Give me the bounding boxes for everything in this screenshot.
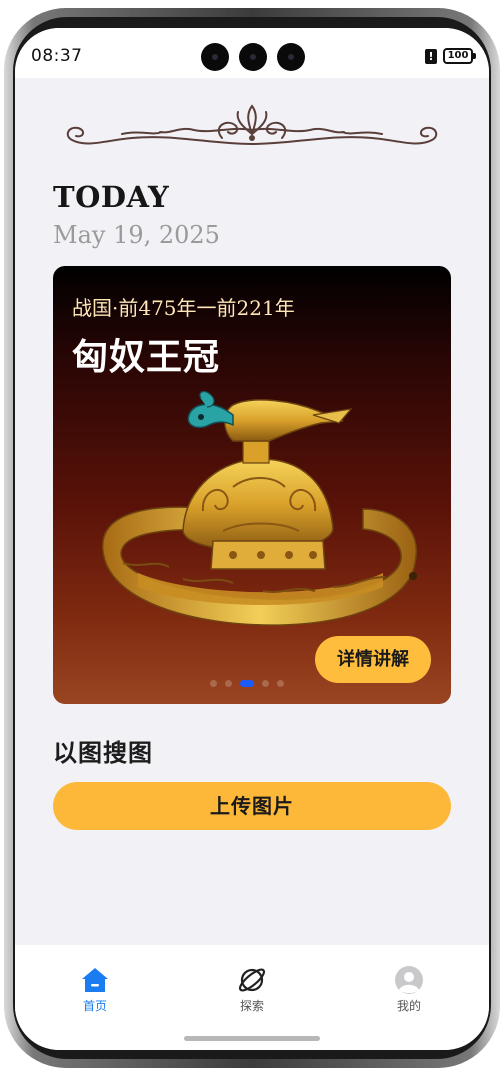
artifact-title: 匈奴王冠 (72, 336, 221, 378)
today-date: May 19, 2025 (53, 221, 220, 249)
carousel-pager[interactable] (210, 680, 284, 687)
status-time: 08:37 (31, 46, 83, 66)
tab-explore[interactable]: 探索 (212, 965, 292, 1014)
home-indicator[interactable] (184, 1036, 320, 1041)
home-icon (82, 968, 108, 992)
image-search-heading: 以图搜图 (53, 738, 153, 767)
app-screen: 08:37 ! 100 TODAY May 19, 2025 战国·前475年一… (15, 28, 489, 1050)
profile-icon (395, 966, 423, 994)
explore-icon (238, 968, 266, 992)
pager-dot[interactable] (225, 680, 232, 687)
tab-home[interactable]: 首页 (55, 965, 135, 1014)
pager-dot[interactable] (277, 680, 284, 687)
pager-dot[interactable] (262, 680, 269, 687)
today-heading: TODAY (53, 180, 170, 214)
gold-crown-artifact-image (102, 391, 418, 626)
upload-image-button[interactable]: 上传图片 (53, 782, 451, 830)
front-camera-icon (277, 43, 305, 71)
ornament-divider-icon (66, 104, 438, 145)
pager-dot-active[interactable] (240, 680, 254, 687)
tab-label: 首页 (82, 999, 107, 1013)
status-bar: 08:37 ! 100 (15, 28, 489, 78)
front-camera-icon (201, 43, 229, 71)
pager-dot[interactable] (210, 680, 217, 687)
tab-label: 我的 (396, 999, 421, 1013)
artifact-period: 战国·前475年一前221年 (72, 296, 295, 320)
tab-label: 探索 (239, 999, 264, 1013)
bottom-tab-bar: 首页 探索 我的 (15, 945, 489, 1050)
tab-profile[interactable]: 我的 (369, 965, 449, 1014)
status-icons: ! 100 (425, 48, 476, 64)
front-camera-icon (239, 43, 267, 71)
artifact-carousel-card[interactable]: 战国·前475年一前221年 匈奴王冠 详情讲解 (53, 266, 451, 704)
battery-icon: 100 (443, 48, 476, 64)
alert-icon: ! (425, 48, 437, 64)
detail-explanation-button[interactable]: 详情讲解 (315, 636, 431, 683)
